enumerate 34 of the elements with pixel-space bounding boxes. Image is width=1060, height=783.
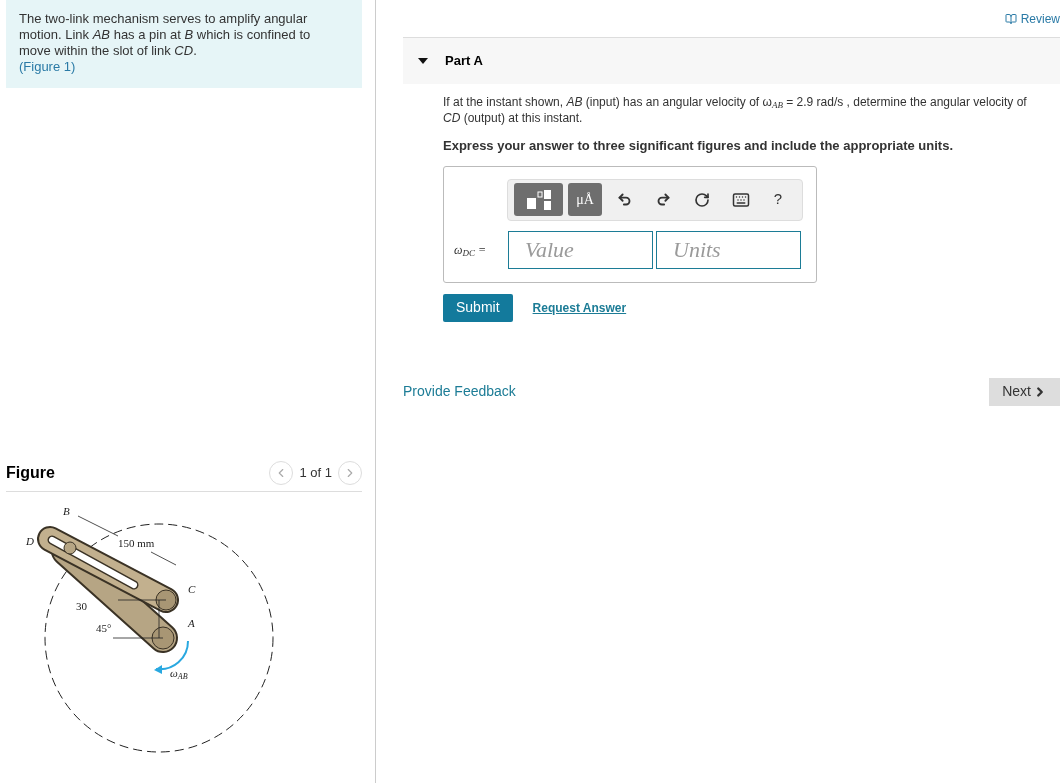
figure-label: 150 mm [118,537,155,549]
figure-label: ω$_{AB}$ [170,667,188,681]
question-text: If at the instant shown, AB (input) has an angular velocity of ω$_{AB}$ = 2.9 rad/s , determine the angular velocity of CD (output) at this instant. [443,94,1028,126]
book-icon [1004,12,1017,25]
provide-feedback-link[interactable]: Provide Feedback [403,381,516,402]
part-title: Part A [445,52,483,71]
figure-title: Figure [6,463,55,483]
templates-icon [524,188,553,211]
figure-label: A [188,617,195,629]
help-button[interactable]: ? [763,188,793,211]
figure-label: 45° [96,622,112,634]
units-button[interactable]: μÅ [568,183,602,216]
pager-text: 1 of 1 [299,464,332,483]
templates-button[interactable] [514,183,563,216]
figure-label: 30 [76,600,87,612]
problem-text: The two-link mechanism serves to amplify angular motion. Link AB has a pin at B which is confined to move within the slot of link CD. [19,11,312,59]
answer-label: ω$_{DC}$ = [454,241,488,259]
request-answer-link[interactable]: Request Answer [532,298,627,317]
instruction-text: Express your answer to three significant figures and include the appropriate units. [443,137,954,155]
redo-icon [655,192,671,207]
submit-button[interactable]: Submit [443,293,513,322]
value-field[interactable]: Value [508,230,653,269]
reset-icon [694,191,710,208]
figure-link[interactable]: (Figure 1) [19,59,349,75]
next-button[interactable]: Next [989,377,1060,406]
units-field[interactable]: Units [656,230,801,269]
figure-label: D [26,535,34,547]
expand-triangle-icon [418,56,428,66]
figure-label: C [188,583,196,595]
review-link[interactable]: Review [1004,9,1060,28]
part-header[interactable]: Part A [403,37,1060,84]
figure-label: B [63,505,70,517]
keyboard-icon [732,190,750,209]
undo-icon [616,192,632,207]
